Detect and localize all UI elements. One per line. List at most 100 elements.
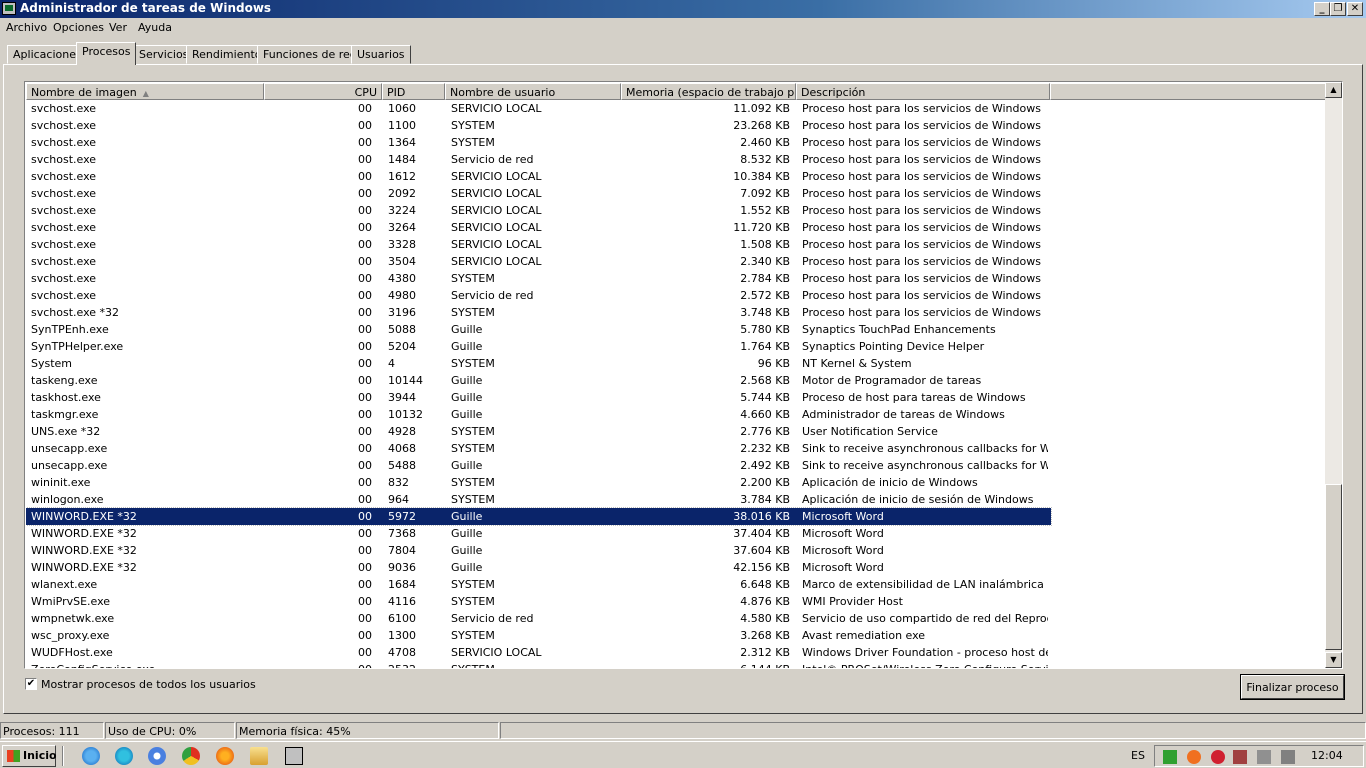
volume-icon[interactable] (1257, 750, 1271, 764)
table-row[interactable]: svchost.exe 00 1060 SERVICIO LOCAL 11.092 KB… (26, 100, 1051, 117)
edge-icon[interactable] (115, 747, 133, 765)
table-row[interactable]: svchost.exe 00 3264 SERVICIO LOCAL 11.720 KB… (26, 219, 1051, 236)
table-row[interactable]: UNS.exe *32 00 4928 SYSTEM 2.776 KB User Noti… (26, 423, 1051, 440)
table-row[interactable]: svchost.exe 00 3328 SERVICIO LOCAL 1.508 KB P… (26, 236, 1051, 253)
process-description: Proceso host para los servicios de Windo… (802, 306, 1041, 319)
table-row[interactable]: WINWORD.EXE *32 00 5972 Guille 38.016 KB Micr… (26, 507, 1052, 526)
table-row[interactable]: winlogon.exe 00 964 SYSTEM 3.784 KB Aplicació… (26, 491, 1051, 508)
ie-icon[interactable] (82, 747, 100, 765)
menu-opciones[interactable]: Opciones (53, 21, 104, 34)
tab-funciones-de-red[interactable]: Funciones de red (257, 45, 363, 64)
table-row[interactable]: unsecapp.exe 00 5488 Guille 2.492 KB Sink to … (26, 457, 1051, 474)
firefox-icon[interactable] (216, 747, 234, 765)
process-name: SynTPEnh.exe (31, 323, 109, 336)
process-pid: 1684 (388, 578, 416, 591)
chromium-icon[interactable] (148, 747, 166, 765)
table-row[interactable]: SynTPEnh.exe 00 5088 Guille 5.780 KB Synaptic… (26, 321, 1051, 338)
column-user-name[interactable]: Nombre de usuario (445, 83, 621, 100)
table-row[interactable]: svchost.exe 00 4980 Servicio de red 2.572 KB… (26, 287, 1051, 304)
folder-icon[interactable] (250, 747, 268, 765)
process-memory: 6.648 KB (740, 578, 790, 591)
tab-usuarios[interactable]: Usuarios (351, 45, 411, 64)
table-row[interactable]: SynTPHelper.exe 00 5204 Guille 1.764 KB Synap… (26, 338, 1051, 355)
start-button[interactable]: Inicio (2, 745, 57, 767)
table-row[interactable]: svchost.exe 00 1484 Servicio de red 8.532 KB… (26, 151, 1051, 168)
table-row[interactable]: svchost.exe 00 4380 SYSTEM 2.784 KB Proceso h… (26, 270, 1051, 287)
avast-icon[interactable] (1187, 750, 1201, 764)
scroll-down-icon[interactable]: ▼ (1325, 652, 1342, 668)
process-user: Guille (451, 408, 483, 421)
process-name: svchost.exe (31, 102, 97, 115)
table-row[interactable]: svchost.exe 00 1100 SYSTEM 23.268 KB Proceso … (26, 117, 1051, 134)
tab-procesos[interactable]: Procesos (76, 42, 137, 65)
show-all-users-checkbox[interactable]: ✔ (25, 678, 37, 690)
table-row[interactable]: svchost.exe 00 1612 SERVICIO LOCAL 10.384 KB… (26, 168, 1051, 185)
show-all-users-label[interactable]: Mostrar procesos de todos los usuarios (41, 678, 256, 691)
vertical-scrollbar[interactable]: ▲ ▼ (1325, 82, 1342, 668)
column-cpu[interactable]: CPU (264, 83, 382, 100)
table-row[interactable]: taskhost.exe 00 3944 Guille 5.744 KB Proceso … (26, 389, 1051, 406)
process-name: UNS.exe *32 (31, 425, 101, 438)
device-icon[interactable] (1233, 750, 1247, 764)
process-cpu: 00 (358, 119, 372, 132)
windows-logo-icon (7, 750, 20, 762)
table-row[interactable]: taskeng.exe 00 10144 Guille 2.568 KB Motor de… (26, 372, 1051, 389)
table-row[interactable]: svchost.exe 00 2092 SERVICIO LOCAL 7.092 KB P… (26, 185, 1051, 202)
table-row[interactable]: svchost.exe 00 3504 SERVICIO LOCAL 2.340 KB P… (26, 253, 1051, 270)
column-pid[interactable]: PID (382, 83, 445, 100)
power-icon[interactable] (1281, 750, 1295, 764)
table-row[interactable]: System 00 4 SYSTEM 96 KB NT Kernel & System (26, 355, 1051, 372)
process-user: Guille (451, 391, 483, 404)
column-description[interactable]: Descripción (796, 83, 1050, 100)
tab-rendimiento[interactable]: Rendimiento (186, 45, 268, 64)
table-row[interactable]: WINWORD.EXE *32 00 7368 Guille 37.404 KB Micr… (26, 525, 1051, 542)
network-icon[interactable] (1163, 750, 1177, 764)
scroll-up-icon[interactable]: ▲ (1325, 82, 1342, 98)
table-row[interactable]: ZeroConfigService.exe 00 2532 SYSTEM6.144 K… (26, 661, 1051, 668)
end-process-button[interactable]: Finalizar proceso (1240, 674, 1345, 700)
process-pid: 4116 (388, 595, 416, 608)
scrollbar-thumb[interactable] (1325, 484, 1342, 650)
menu-ver[interactable]: Ver (109, 21, 127, 34)
table-row[interactable]: unsecapp.exe 00 4068 SYSTEM 2.232 KB Sink to … (26, 440, 1051, 457)
process-name: WINWORD.EXE *32 (31, 544, 137, 557)
process-name: taskhost.exe (31, 391, 101, 404)
taskmgr-icon[interactable] (285, 747, 303, 765)
table-row[interactable]: svchost.exe *32 00 3196 SYSTEM 3.748 KB Proce… (26, 304, 1051, 321)
table-row[interactable]: WmiPrvSE.exe 00 4116 SYSTEM 4.876 KB WMI Prov… (26, 593, 1051, 610)
table-row[interactable]: wmpnetwk.exe 00 6100 Servicio de red 4.580 K… (26, 610, 1051, 627)
process-name: svchost.exe (31, 238, 97, 251)
process-memory: 38.016 KB (733, 510, 790, 523)
bitdefender-icon[interactable] (1211, 750, 1225, 764)
table-row[interactable]: taskmgr.exe 00 10132 Guille 4.660 KB Administ… (26, 406, 1051, 423)
menu-archivo[interactable]: Archivo (6, 21, 47, 34)
process-memory: 42.156 KB (733, 561, 790, 574)
column-image-name[interactable]: Nombre de imagen ▲ (26, 83, 264, 100)
process-memory: 2.232 KB (740, 442, 790, 455)
table-row[interactable]: svchost.exe 00 3224 SERVICIO LOCAL 1.552 KB P… (26, 202, 1051, 219)
close-button[interactable]: ✕ (1347, 2, 1363, 16)
table-row[interactable]: wsc_proxy.exe 00 1300 SYSTEM 3.268 KB Avast r… (26, 627, 1051, 644)
minimize-button[interactable]: _ (1314, 2, 1330, 16)
process-list[interactable]: Nombre de imagen ▲ CPU PID Nombre de usua… (24, 81, 1343, 669)
restore-button[interactable]: ❐ (1330, 2, 1346, 16)
table-row[interactable]: WINWORD.EXE *32 00 7804 Guille 37.604 KB Micr… (26, 542, 1051, 559)
clock[interactable]: 12:04 (1311, 749, 1343, 762)
process-cpu: 00 (358, 391, 372, 404)
process-memory: 96 KB (757, 357, 790, 370)
process-description: Proceso host para los servicios de Windo… (802, 119, 1041, 132)
process-name: wsc_proxy.exe (31, 629, 110, 642)
table-row[interactable]: wininit.exe 00 832 SYSTEM 2.200 KB Aplicación… (26, 474, 1051, 491)
table-row[interactable]: WINWORD.EXE *32 00 9036 Guille 42.156 KB Micr… (26, 559, 1051, 576)
table-row[interactable]: wlanext.exe 00 1684 SYSTEM 6.648 KB Marco de … (26, 576, 1051, 593)
language-indicator[interactable]: ES (1131, 749, 1145, 762)
process-description: Proceso host para los servicios de Windo… (802, 238, 1041, 251)
process-memory: 1.508 KB (740, 238, 790, 251)
menu-ayuda[interactable]: Ayuda (138, 21, 172, 34)
column-memory[interactable]: Memoria (espacio de trabajo pri... (621, 83, 796, 100)
table-row[interactable]: WUDFHost.exe 00 4708 SERVICIO LOCAL 2.312 KB… (26, 644, 1051, 661)
process-description: Sink to receive asynchronous callbacks f… (802, 442, 1048, 455)
chrome-icon[interactable] (182, 747, 200, 765)
taskmgr-app-icon[interactable] (2, 2, 16, 15)
table-row[interactable]: svchost.exe 00 1364 SYSTEM 2.460 KB Proceso h… (26, 134, 1051, 151)
